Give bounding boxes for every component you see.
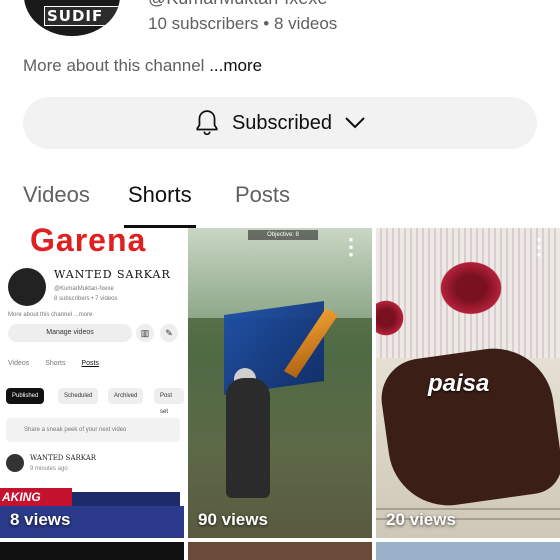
- about-more-link[interactable]: ...more: [209, 56, 262, 75]
- mini-chip-published: Published: [6, 388, 45, 404]
- mini-avatar: [8, 268, 46, 306]
- about-channel-link[interactable]: More about this channel ...more: [23, 56, 262, 76]
- bell-icon: [196, 110, 218, 136]
- short-tile-1[interactable]: Garena WANTED SARKAR @KumarMuktan-fxexe …: [0, 228, 184, 538]
- tab-videos[interactable]: Videos: [23, 182, 90, 208]
- tab-shorts[interactable]: Shorts: [128, 182, 192, 208]
- channel-avatar[interactable]: SUDIF: [24, 0, 120, 36]
- chevron-down-icon: [345, 117, 365, 129]
- mini-banner-brand: Garena: [30, 228, 147, 258]
- mini-chip-post-set: Post set: [154, 388, 184, 415]
- cloth-flower: [436, 258, 506, 318]
- video-count: 8 videos: [273, 14, 338, 33]
- shorts-grid: Garena WANTED SARKAR @KumarMuktan-fxexe …: [0, 228, 560, 560]
- mini-analytics-icon: ▥: [136, 324, 154, 342]
- mini-channel-name: WANTED SARKAR: [54, 268, 171, 281]
- subscribed-button[interactable]: Subscribed: [23, 97, 537, 149]
- channel-stats: 10 subscribers • 8 videos: [148, 14, 337, 34]
- short-tile-next-row-1[interactable]: [0, 542, 184, 560]
- short-view-count: 90 views: [198, 510, 268, 529]
- tab-posts[interactable]: Posts: [235, 182, 290, 208]
- subscribed-label: Subscribed: [231, 111, 333, 134]
- mini-post-time: 9 minutes ago: [30, 466, 68, 472]
- short-caption: paisa: [428, 370, 490, 397]
- short-tile-3[interactable]: paisa ⋮ 20 views: [376, 228, 560, 538]
- mini-channel-meta: 8 subscribers • 7 videos: [54, 296, 118, 302]
- about-text: More about this channel: [23, 56, 205, 75]
- more-options-icon[interactable]: ⋮: [528, 236, 550, 258]
- channel-tabs: Videos Shorts Posts: [0, 172, 560, 228]
- mini-channel-handle: @KumarMuktan-fxexe: [54, 286, 114, 292]
- game-player: [226, 378, 270, 498]
- mini-tab-shorts: Shorts: [45, 360, 66, 367]
- short-tile-next-row-2[interactable]: [188, 542, 372, 560]
- subscriber-count: 10 subscribers: [148, 14, 259, 33]
- breaking-news-label: AKING NEWS: [0, 488, 72, 522]
- more-options-icon[interactable]: ⋮: [152, 236, 174, 258]
- mini-post-name: WANTED SARKAR: [30, 454, 97, 462]
- mini-tab-videos: Videos: [8, 360, 30, 367]
- mini-about: More about this channel ...more: [8, 312, 93, 318]
- mini-chip-scheduled: Scheduled: [58, 388, 99, 404]
- short-tile-next-row-3[interactable]: [376, 542, 560, 560]
- mini-post-avatar: [6, 454, 24, 472]
- mini-manage-videos: Manage videos: [8, 324, 132, 342]
- channel-header: SUDIF @KumarMuktan-fxexe 10 subscribers …: [0, 0, 560, 56]
- mini-tabs: Videos Shorts Posts: [8, 360, 113, 367]
- news-strip: [70, 492, 180, 506]
- more-options-icon[interactable]: ⋮: [340, 236, 362, 258]
- mini-edit-icon: ✎: [160, 324, 178, 342]
- short-view-count: 20 views: [386, 510, 456, 529]
- channel-handle: @KumarMuktan-fxexe: [148, 0, 327, 9]
- short-tile-2[interactable]: Objective: 8 ⋮ 90 views: [188, 228, 372, 538]
- short-view-count: 8 views: [10, 510, 71, 529]
- game-hud-objective: Objective: 8: [248, 230, 318, 240]
- mini-tab-posts: Posts: [81, 360, 99, 367]
- avatar-badge-text: SUDIF: [44, 6, 120, 26]
- stats-separator: •: [263, 14, 270, 33]
- mini-chip-archived: Archived: [108, 388, 144, 404]
- mini-sneak-peek: Share a sneak peek of your next video: [6, 418, 180, 442]
